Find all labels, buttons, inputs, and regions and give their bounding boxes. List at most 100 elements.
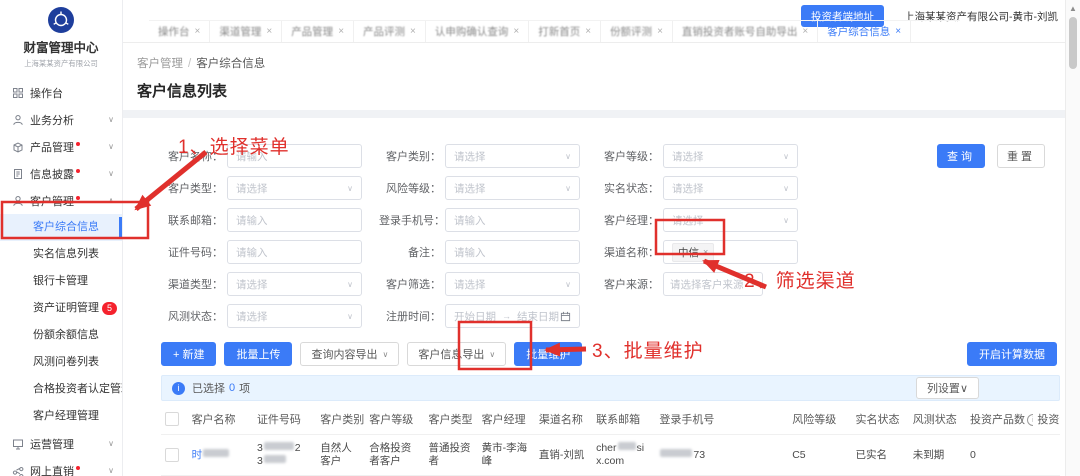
column-settings-button[interactable]: 列设置∨ [916, 377, 979, 399]
tab-操作台[interactable]: 操作台× [149, 21, 210, 42]
close-icon[interactable]: × [338, 26, 344, 37]
渠道名称-input[interactable]: 中信× [663, 240, 798, 264]
批量上传-button[interactable]: 批量上传 [224, 342, 292, 366]
sidebar-subitem-资产证明管理[interactable]: 资产证明管理5 [0, 295, 122, 322]
tab-认申购确认查询[interactable]: 认申购确认查询× [426, 21, 529, 42]
sidebar-subitem-label: 客户综合信息 [33, 221, 99, 233]
scrollbar-up-icon[interactable]: ▲ [1066, 0, 1080, 13]
sidebar-subitem-份额余额信息[interactable]: 份额余额信息 [0, 322, 122, 349]
sidebar: 财富管理中心 上海某某资产有限公司 操作台业务分析∨产品管理∨信息披露∨客户管理… [0, 0, 123, 476]
row-checkbox[interactable] [165, 448, 179, 462]
sidebar-subitem-label: 资产证明管理 [33, 302, 99, 314]
客户类型-select[interactable]: 请选择∨ [227, 176, 362, 200]
联系邮箱-input[interactable]: 请输入 [227, 208, 362, 232]
渠道类型-select[interactable]: 请选择∨ [227, 272, 362, 296]
chevron-down-icon: ∨ [565, 280, 571, 289]
notification-dot [76, 466, 80, 470]
filter-field-客户等级: 客户等级：请选择∨ [597, 144, 815, 168]
close-icon[interactable]: × [585, 26, 591, 37]
search-button[interactable]: 查询 [937, 144, 985, 168]
chevron-down-icon: ∨ [347, 280, 353, 289]
sidebar-subitem-label: 实名信息列表 [33, 248, 99, 260]
reset-button[interactable]: 重置 [997, 144, 1045, 168]
close-icon[interactable]: × [410, 26, 416, 37]
button-label: 批量维护 [526, 346, 570, 362]
scrollbar-thumb[interactable] [1069, 17, 1077, 69]
breadcrumb-item[interactable]: 客户管理 [137, 58, 183, 70]
风险等级-select[interactable]: 请选择∨ [445, 176, 580, 200]
客户类别-select[interactable]: 请选择∨ [445, 144, 580, 168]
filter-field-备注: 备注：请输入 [379, 240, 597, 264]
close-icon[interactable]: × [266, 26, 272, 37]
column-header-label: 证件号码 [257, 414, 301, 426]
filter-field-客户名称: 客户名称：请输入 [161, 144, 379, 168]
sidebar-item-信息披露[interactable]: 信息披露∨ [0, 160, 122, 187]
sidebar-subitem-风测问卷列表[interactable]: 风测问卷列表 [0, 349, 122, 376]
新建-button[interactable]: + 新建 [161, 342, 216, 366]
tab-直销投资者账号自助导出[interactable]: 直销投资者账号自助导出 × [673, 21, 818, 42]
open-calc-button[interactable]: 开启计算数据 [967, 342, 1057, 366]
selection-count: 0 [229, 382, 235, 394]
风测状态-select[interactable]: 请选择∨ [227, 304, 362, 328]
filter-field-风测状态: 风测状态：请选择∨ [161, 304, 379, 328]
查询内容导出-button[interactable]: 查询内容导出∨ [300, 342, 399, 366]
客户名称-input[interactable]: 请输入 [227, 144, 362, 168]
sidebar-subitem-银行卡管理[interactable]: 银行卡管理 [0, 268, 122, 295]
range-arrow-icon: → [502, 311, 511, 321]
placeholder-text: 请选择 [672, 213, 704, 228]
close-icon[interactable]: × [195, 26, 201, 37]
sidebar-item-业务分析[interactable]: 业务分析∨ [0, 106, 122, 133]
实名状态-select[interactable]: 请选择∨ [663, 176, 798, 200]
sidebar-item-客户管理[interactable]: 客户管理∧ [0, 187, 122, 214]
sidebar-subitem-实名信息列表[interactable]: 实名信息列表 [0, 241, 122, 268]
证件号码-input[interactable]: 请输入 [227, 240, 362, 264]
column-header-label: 实名状态 [856, 414, 900, 426]
备注-input[interactable]: 请输入 [445, 240, 580, 264]
客户筛选-select[interactable]: 请选择∨ [445, 272, 580, 296]
close-icon[interactable]: × [657, 26, 663, 37]
客户等级-select[interactable]: 请选择∨ [663, 144, 798, 168]
sidebar-subitem-客户综合信息[interactable]: 客户综合信息 [0, 214, 122, 241]
sidebar-item-网上直销[interactable]: 网上直销∨ [0, 457, 122, 476]
scrollbar[interactable]: ▲ [1065, 0, 1080, 476]
sidebar-item-运营管理[interactable]: 运营管理∨ [0, 430, 122, 457]
客户来源-select[interactable]: 请选择客户来源∨ [663, 272, 763, 296]
tab-客户综合信息[interactable]: 客户综合信息× [818, 21, 911, 42]
close-icon[interactable]: × [895, 26, 901, 37]
tab-产品管理[interactable]: 产品管理× [282, 21, 354, 42]
column-header-label: 客户等级 [369, 414, 413, 426]
filter-row: 证件号码：请输入备注：请输入渠道名称：中信× [161, 240, 1060, 264]
filter-field-客户经理: 客户经理：请选择∨ [597, 208, 815, 232]
sidebar-subitem-合格投资者认定管理[interactable]: 合格投资者认定管理 [0, 376, 122, 403]
tab-label: 直销投资者账号自助导出 [682, 24, 798, 39]
chevron-down-icon: ∨ [347, 312, 353, 321]
tab-打新首页[interactable]: 打新首页× [529, 21, 601, 42]
close-icon[interactable]: × [513, 26, 519, 37]
批量维护-button[interactable]: 批量维护 [514, 342, 582, 366]
注册时间-daterange[interactable]: 开始日期→结束日期 [445, 304, 580, 328]
filter-field-客户类型: 客户类型：请选择∨ [161, 176, 379, 200]
placeholder-text: 请选择 [454, 181, 486, 196]
tag-close-icon[interactable]: × [703, 247, 708, 257]
sidebar-subitem-客户经理管理[interactable]: 客户经理管理 [0, 403, 122, 430]
sidebar-menu: 操作台业务分析∨产品管理∨信息披露∨客户管理∧客户综合信息实名信息列表银行卡管理… [0, 79, 122, 476]
button-label: + 新建 [173, 346, 204, 362]
close-icon[interactable]: × [802, 26, 808, 37]
客户经理-select[interactable]: 请选择∨ [663, 208, 798, 232]
登录手机号-input[interactable]: 请输入 [445, 208, 580, 232]
sidebar-item-label: 信息披露 [30, 166, 74, 182]
客户信息导出-button[interactable]: 客户信息导出∨ [407, 342, 506, 366]
dashboard-icon [12, 87, 24, 99]
customer-name-link[interactable]: 时 [192, 449, 231, 461]
column-header-证件号码: 证件号码 [253, 403, 316, 435]
sidebar-item-操作台[interactable]: 操作台 [0, 79, 122, 106]
chevron-down-icon: ∨ [108, 439, 114, 448]
select-all-checkbox[interactable] [165, 412, 179, 426]
tab-渠道管理[interactable]: 渠道管理× [210, 21, 282, 42]
field-label: 客户名称： [161, 148, 223, 164]
chevron-down-icon: ∨ [489, 350, 495, 359]
sidebar-item-label: 网上直销 [30, 463, 74, 476]
sidebar-item-产品管理[interactable]: 产品管理∨ [0, 133, 122, 160]
tab-份额评测[interactable]: 份额评测× [601, 21, 673, 42]
tab-产品评测[interactable]: 产品评测× [354, 21, 426, 42]
